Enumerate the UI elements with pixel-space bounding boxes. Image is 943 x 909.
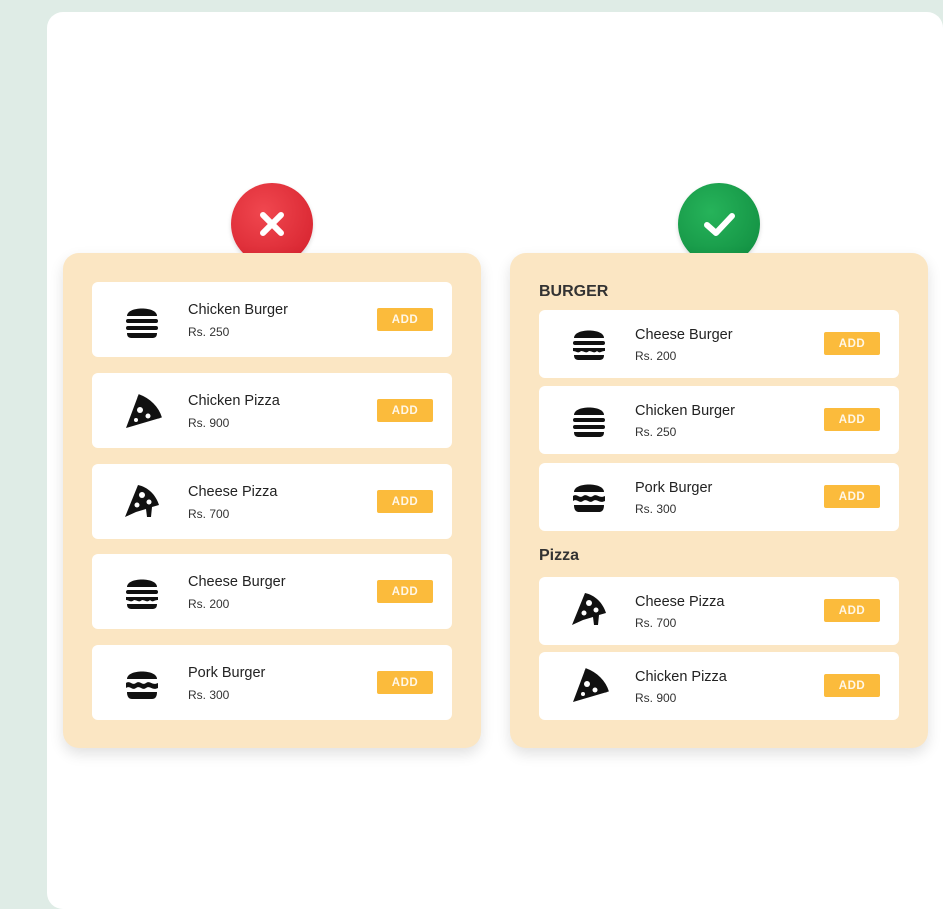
section-title-burger: BURGER — [539, 283, 609, 300]
item-price: Rs. 300 — [188, 688, 230, 702]
add-button[interactable]: ADD — [377, 490, 433, 513]
item-price: Rs. 250 — [188, 325, 230, 339]
item-name: Cheese Pizza — [635, 594, 725, 610]
menu-item-card: Chicken Burger Rs. 250 ADD — [539, 386, 899, 454]
cheese-burger-icon — [573, 330, 605, 360]
item-price: Rs. 700 — [635, 616, 677, 630]
categorized-menu-panel: BURGER Cheese Burger Rs. 200 ADD Chicken… — [510, 253, 928, 748]
item-name: Cheese Pizza — [188, 484, 278, 500]
menu-item-card: Chicken Pizza Rs. 900 ADD — [92, 373, 452, 448]
add-button[interactable]: ADD — [824, 332, 880, 355]
pork-burger-icon — [573, 484, 605, 512]
add-button[interactable]: ADD — [824, 408, 880, 431]
item-name: Cheese Burger — [635, 327, 733, 343]
item-name: Pork Burger — [635, 480, 713, 496]
pork-burger-icon — [126, 671, 158, 699]
add-button[interactable]: ADD — [377, 671, 433, 694]
cheese-burger-icon — [126, 579, 158, 609]
item-name: Cheese Burger — [188, 574, 286, 590]
add-button[interactable]: ADD — [824, 674, 880, 697]
menu-item-card: Cheese Burger Rs. 200 ADD — [92, 554, 452, 629]
menu-item-card: Cheese Pizza Rs. 700 ADD — [92, 464, 452, 539]
add-button[interactable]: ADD — [377, 580, 433, 603]
menu-item-card: Pork Burger Rs. 300 ADD — [539, 463, 899, 531]
add-button[interactable]: ADD — [377, 399, 433, 422]
section-title-pizza: Pizza — [539, 547, 580, 564]
pizza-slice-icon — [572, 593, 606, 625]
item-price: Rs. 900 — [635, 691, 677, 705]
add-button[interactable]: ADD — [377, 308, 433, 331]
unorganized-menu-panel: Chicken Burger Rs. 250 ADD Chicken Pizza… — [63, 253, 481, 748]
menu-item-card: Chicken Burger Rs. 250 ADD — [92, 282, 452, 357]
menu-item-card: Chicken Pizza Rs. 900 ADD — [539, 652, 899, 720]
item-price: Rs. 200 — [188, 597, 230, 611]
item-name: Chicken Burger — [188, 302, 288, 318]
item-name: Chicken Pizza — [188, 393, 280, 409]
item-name: Chicken Pizza — [635, 669, 727, 685]
item-name: Chicken Burger — [635, 403, 735, 419]
menu-item-card: Cheese Burger Rs. 200 ADD — [539, 310, 899, 378]
item-price: Rs. 300 — [635, 502, 677, 516]
item-price: Rs. 200 — [635, 349, 677, 363]
item-price: Rs. 700 — [188, 507, 230, 521]
item-price: Rs. 250 — [635, 425, 677, 439]
pizza-icon — [573, 668, 609, 702]
burger-icon — [126, 308, 158, 338]
pizza-icon — [126, 394, 162, 428]
add-button[interactable]: ADD — [824, 599, 880, 622]
item-price: Rs. 900 — [188, 416, 230, 430]
item-name: Pork Burger — [188, 665, 266, 681]
burger-icon — [573, 407, 605, 437]
menu-item-card: Cheese Pizza Rs. 700 ADD — [539, 577, 899, 645]
menu-item-card: Pork Burger Rs. 300 ADD — [92, 645, 452, 720]
add-button[interactable]: ADD — [824, 485, 880, 508]
pizza-slice-icon — [125, 485, 159, 517]
